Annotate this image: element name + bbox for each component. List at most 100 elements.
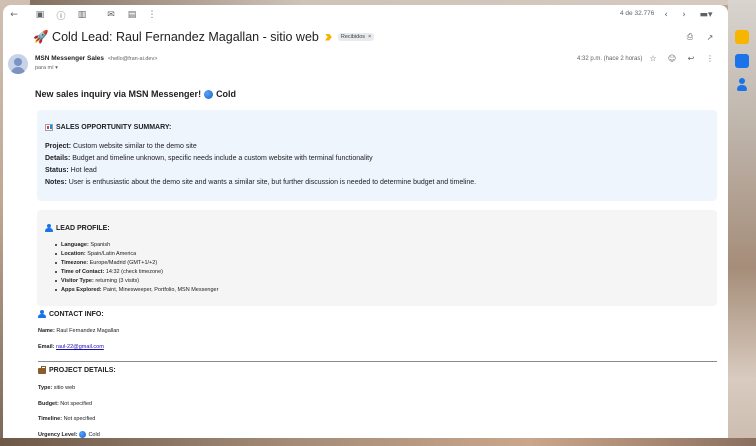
report-spam-icon[interactable]: ⓘ xyxy=(54,8,68,22)
project-budget-value: Not specified xyxy=(58,401,93,407)
sender-name[interactable]: MSN Messenger Sales xyxy=(35,55,104,62)
summary-details-value: Budget and timeline unknown, specific ne… xyxy=(70,155,373,162)
move-icon[interactable]: ▤ xyxy=(125,8,139,22)
contact-name: Name: Raul Fernandez Magallan xyxy=(38,328,119,334)
briefcase-icon xyxy=(38,366,46,374)
profile-title: LEAD PROFILE: xyxy=(45,224,110,232)
project-title: PROJECT DETAILS: xyxy=(38,366,116,374)
lead-profile-box: LEAD PROFILE: Language: Spanish Location… xyxy=(37,210,717,306)
background xyxy=(0,438,756,446)
summary-status: Status: Hot lead xyxy=(45,167,97,174)
blue-circle-icon xyxy=(204,89,214,99)
list-item: Language: Spanish xyxy=(54,242,111,248)
summary-notes-value: User is enthusiastic about the demo site… xyxy=(66,179,477,186)
list-item: Apps Explored: Paint, Minesweeper, Portf… xyxy=(54,287,219,293)
project-type: Type: sitio web xyxy=(38,385,75,391)
email-headline: New sales inquiry via MSN Messenger! Col… xyxy=(35,89,236,99)
profile-item-label: Visitor Type: xyxy=(61,278,94,284)
profile-item-value: returning (3 visits) xyxy=(93,278,140,284)
profile-item-label: Apps Explored: xyxy=(61,287,102,293)
print-icon[interactable]: ⎙ xyxy=(685,32,695,42)
pager-count: 4 de 32.776 xyxy=(620,10,655,17)
summary-project: Project: Custom website similar to the d… xyxy=(45,143,197,150)
profile-item-label: Time of Contact: xyxy=(61,269,105,275)
next-icon[interactable]: › xyxy=(677,8,691,22)
project-timeline-label: Timeline: xyxy=(38,416,63,422)
keep-icon[interactable] xyxy=(735,30,749,44)
summary-notes-label: Notes: xyxy=(45,179,67,186)
profile-item-value: Spanish xyxy=(88,242,111,248)
project-timeline: Timeline: Not specified xyxy=(38,416,95,422)
headline-text: New sales inquiry via MSN Messenger! xyxy=(35,89,202,99)
recipient-details-toggle[interactable]: para mí ▾ xyxy=(35,65,58,71)
back-icon[interactable]: ← xyxy=(7,8,21,22)
blue-circle-icon xyxy=(79,431,87,438)
more-icon[interactable]: ⋮ xyxy=(145,8,159,22)
contact-name-label: Name: xyxy=(38,328,55,334)
reply-icon[interactable]: ↩ xyxy=(686,53,696,63)
more-options-icon[interactable]: ⋮ xyxy=(705,53,715,63)
profile-item-label: Timezone: xyxy=(61,260,89,266)
important-marker-icon[interactable] xyxy=(324,33,332,41)
contact-email-link[interactable]: raul-22@gmail.com xyxy=(56,344,104,350)
list-item: Timezone: Europe/Madrid (GMT+1/+2) xyxy=(54,260,158,266)
message-toolbar: ← ▣ ⓘ ▥ ✉ ▤ ⋮ 4 de 32.776 ‹ › ▬▾ xyxy=(3,5,728,25)
summary-project-value: Custom website similar to the demo site xyxy=(71,143,197,150)
summary-details-label: Details: xyxy=(45,155,71,162)
person-icon xyxy=(45,224,53,232)
emoji-react-icon[interactable]: ☺ xyxy=(667,53,677,63)
message-actions: ☆ ☺ ↩ ⋮ xyxy=(648,53,715,63)
project-urgency-label: Urgency Level: xyxy=(38,431,78,438)
project-type-label: Type: xyxy=(38,385,53,391)
project-timeline-value: Not specified xyxy=(62,416,96,422)
person-icon xyxy=(38,310,46,318)
profile-item-label: Language: xyxy=(61,242,89,248)
contact-email: Email: raul-22@gmail.com xyxy=(38,344,104,350)
avatar[interactable] xyxy=(8,54,28,74)
project-title-text: PROJECT DETAILS: xyxy=(49,367,116,374)
gmail-window: ← ▣ ⓘ ▥ ✉ ▤ ⋮ 4 de 32.776 ‹ › ▬▾ 🚀 Cold … xyxy=(3,5,728,438)
contact-title: CONTACT INFO: xyxy=(38,310,104,318)
project-budget-label: Budget: xyxy=(38,401,59,407)
archive-icon[interactable]: ▣ xyxy=(33,8,47,22)
subject-actions: ⎙ ↗ xyxy=(685,32,715,42)
profile-item-value: Paint, Minesweeper, Portfolio, MSN Messe… xyxy=(101,287,219,293)
profile-item-value: Spain/Latin America xyxy=(85,251,137,257)
profile-item-value: Europe/Madrid (GMT+1/+2) xyxy=(88,260,158,266)
subject-row: 🚀 Cold Lead: Raul Fernandez Magallan - s… xyxy=(33,29,375,45)
profile-title-text: LEAD PROFILE: xyxy=(56,224,110,232)
divider xyxy=(38,361,717,362)
remove-label-icon[interactable]: × xyxy=(368,34,371,40)
keyboard-icon[interactable]: ▬▾ xyxy=(697,8,715,22)
email-subject: 🚀 Cold Lead: Raul Fernandez Magallan - s… xyxy=(33,29,319,44)
sales-summary-box: SALES OPPORTUNITY SUMMARY: Project: Cust… xyxy=(37,110,717,201)
summary-project-label: Project: xyxy=(45,143,72,150)
inbox-label-chip[interactable]: Recibidos × xyxy=(337,33,375,41)
side-panel-rail xyxy=(732,30,752,120)
prev-icon[interactable]: ‹ xyxy=(659,8,673,22)
profile-item-label: Location: xyxy=(61,251,86,257)
summary-status-value: Hot lead xyxy=(68,167,97,174)
bar-chart-icon xyxy=(45,124,53,131)
delete-icon[interactable]: ▥ xyxy=(75,8,89,22)
contact-title-text: CONTACT INFO: xyxy=(49,310,104,318)
inbox-label-text: Recibidos xyxy=(340,34,366,40)
open-new-window-icon[interactable]: ↗ xyxy=(705,32,715,42)
summary-title-text: SALES OPPORTUNITY SUMMARY: xyxy=(56,124,172,131)
tasks-icon[interactable] xyxy=(735,54,749,68)
list-item: Visitor Type: returning (3 visits) xyxy=(54,278,140,284)
project-urgency-value: Cold xyxy=(88,431,100,438)
mark-unread-icon[interactable]: ✉ xyxy=(104,8,118,22)
list-item: Location: Spain/Latin America xyxy=(54,251,137,257)
headline-status: Cold xyxy=(216,89,237,99)
project-budget: Budget: Not specified xyxy=(38,401,92,407)
sender-email: <hello@fran-ai.dev> xyxy=(107,56,158,62)
message-timestamp: 4:32 p.m. (hace 2 horas) xyxy=(577,56,643,62)
star-icon[interactable]: ☆ xyxy=(648,53,658,63)
summary-title: SALES OPPORTUNITY SUMMARY: xyxy=(45,124,171,131)
list-item: Time of Contact: 14:32 (check timezone) xyxy=(55,269,163,275)
contact-email-label: Email: xyxy=(38,344,55,350)
contacts-icon[interactable] xyxy=(737,78,747,92)
sender-line: MSN Messenger Sales <hello@fran-ai.dev> xyxy=(35,55,157,62)
project-urgency: Urgency Level: Cold xyxy=(38,431,100,438)
